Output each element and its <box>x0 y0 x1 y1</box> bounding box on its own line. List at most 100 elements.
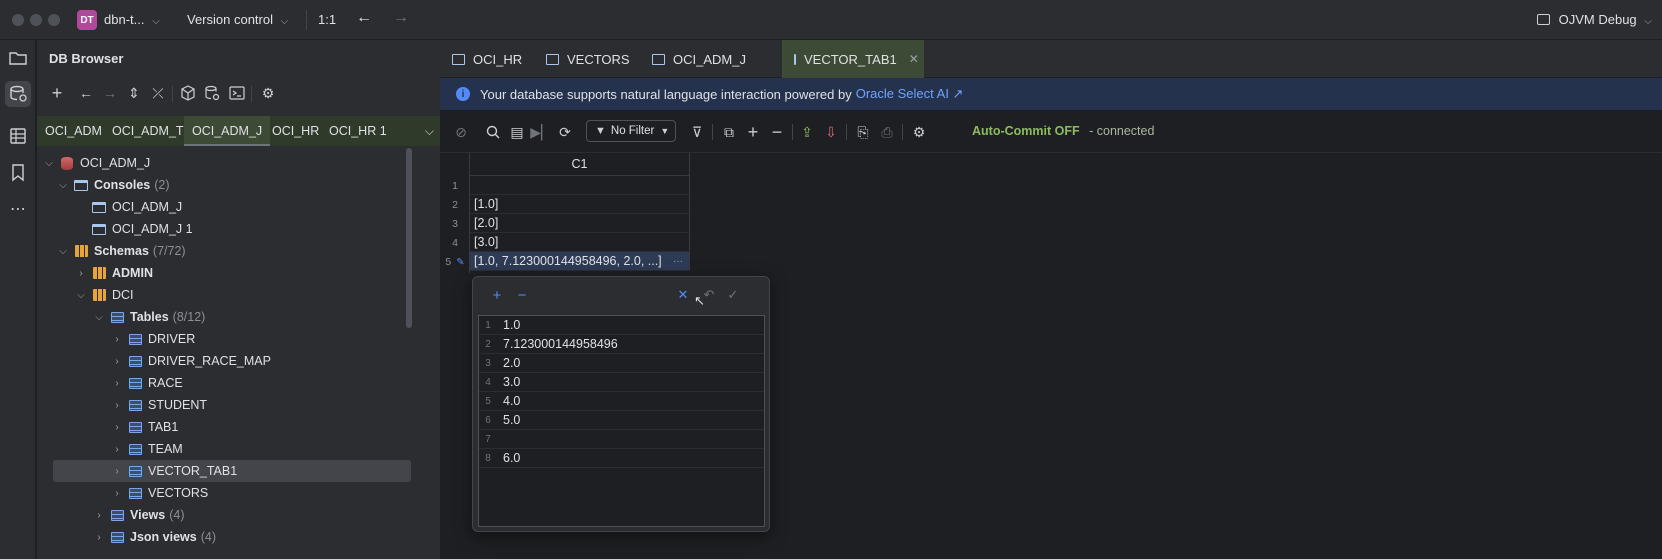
table-cell-editing[interactable]: [1.0, 7.123000144958496, 2.0, ...] ··· <box>470 252 690 271</box>
rollback-icon[interactable]: ⇩ <box>822 123 840 141</box>
chevron-right-icon[interactable]: › <box>93 510 105 521</box>
list-item[interactable]: 8 6.0 <box>479 449 764 468</box>
list-item[interactable]: 3 2.0 <box>479 354 764 373</box>
tree-node-tables[interactable]: ⌵ Tables (8/12) <box>93 306 205 328</box>
zoom-indicator[interactable]: 1:1 <box>318 12 336 27</box>
db-settings-icon[interactable] <box>202 83 222 103</box>
add-icon[interactable]: + <box>47 83 67 103</box>
tree-node-schema-dci[interactable]: ⌵ DCI <box>75 284 133 306</box>
expand-all-icon[interactable]: ⇕ <box>124 83 144 103</box>
table-row-editing[interactable]: 5 ✎ [1.0, 7.123000144958496, 2.0, ...] ·… <box>440 252 690 271</box>
list-item[interactable]: 4 3.0 <box>479 373 764 392</box>
chevron-right-icon[interactable]: › <box>93 532 105 543</box>
delete-row-icon[interactable]: − <box>768 122 786 142</box>
bookmark-icon[interactable] <box>5 160 31 186</box>
oracle-select-ai-link[interactable]: Oracle Select AI ↗ <box>856 86 964 102</box>
chevron-down-icon[interactable]: ⌵ <box>93 312 105 323</box>
table-cell[interactable] <box>470 176 690 195</box>
window-close-button[interactable] <box>12 14 24 26</box>
list-item[interactable]: 7 <box>479 430 764 449</box>
tree-node-json-views[interactable]: › Json views (4) <box>93 526 216 548</box>
back-arrow-icon[interactable]: ← <box>356 9 372 27</box>
back-arrow-icon[interactable]: ← <box>76 83 96 103</box>
tree-node-table-selected[interactable]: › VECTOR_TAB1 <box>53 460 411 482</box>
list-item[interactable]: 6 5.0 <box>479 411 764 430</box>
add-filter-icon[interactable]: ⊽ <box>688 123 706 141</box>
chevron-down-icon[interactable]: ⌵ <box>57 246 69 257</box>
connection-tab-oci-hr-1[interactable]: OCI_HR 1 <box>321 116 395 146</box>
tree-node-schema-admin[interactable]: › ADMIN <box>75 262 153 284</box>
db-browser-icon[interactable] <box>5 81 31 107</box>
chevron-right-icon[interactable]: › <box>111 400 123 411</box>
chevron-down-icon[interactable]: ⌵ <box>425 124 434 139</box>
remove-item-icon[interactable]: − <box>513 286 531 304</box>
editor-tab-vector-tab1[interactable]: VECTOR_TAB1 ✕ <box>782 40 924 78</box>
tree-node-table[interactable]: › TAB1 <box>111 416 178 438</box>
record-view-icon[interactable]: ▤ <box>508 123 526 141</box>
fetch-next-icon[interactable]: ▶▏ <box>530 123 552 141</box>
check-icon[interactable]: ✓ <box>724 286 742 304</box>
folder-icon[interactable] <box>5 45 31 71</box>
column-header-c1[interactable]: C1 <box>470 153 690 176</box>
list-item[interactable]: 2 7.123000144958496 <box>479 335 764 354</box>
item-value[interactable]: 3.0 <box>497 375 520 389</box>
chevron-right-icon[interactable]: › <box>111 444 123 455</box>
tree-node-console[interactable]: OCI_ADM_J 1 <box>87 218 193 240</box>
tree-node-table[interactable]: › DRIVER <box>111 328 195 350</box>
editor-tab-oci-hr[interactable]: OCI_HR <box>440 40 534 78</box>
more-icon[interactable]: ⋯ <box>5 196 31 222</box>
table-row[interactable]: 2 [1.0] <box>440 195 690 214</box>
chevron-down-icon[interactable]: ⌵ <box>57 180 69 191</box>
tree-node-table[interactable]: › TEAM <box>111 438 182 460</box>
filter-dropdown[interactable]: ▼ No Filter ▼ <box>586 120 676 142</box>
chevron-right-icon[interactable]: › <box>111 488 123 499</box>
table-cell[interactable]: [2.0] <box>470 214 690 233</box>
console-icon[interactable] <box>227 83 247 103</box>
connection-tab-oci-adm[interactable]: OCI_ADM <box>37 116 110 146</box>
tree-scrollbar[interactable] <box>406 148 412 328</box>
item-value[interactable]: 5.0 <box>497 413 520 427</box>
project-name[interactable]: dbn-t... ⌵ <box>104 12 160 27</box>
chevron-down-icon[interactable]: ⌵ <box>75 290 87 301</box>
commit-icon[interactable]: ⇪ <box>798 123 816 141</box>
item-value[interactable]: 7.123000144958496 <box>497 337 618 351</box>
connection-tab-oci-adm-t[interactable]: OCI_ADM_T <box>104 116 192 146</box>
chevron-right-icon[interactable]: › <box>75 268 87 279</box>
gear-icon[interactable]: ⚙ <box>258 83 278 103</box>
item-value[interactable]: 2.0 <box>497 356 520 370</box>
editor-tab-vectors[interactable]: VECTORS <box>534 40 642 78</box>
forward-arrow-icon[interactable]: → <box>393 9 409 27</box>
autocommit-label[interactable]: Auto-Commit OFF <box>972 124 1080 138</box>
table-cell[interactable]: [1.0] <box>470 195 690 214</box>
table-row[interactable]: 3 [2.0] <box>440 214 690 233</box>
export-icon[interactable]: ⎘ <box>854 123 872 141</box>
list-item[interactable]: 5 4.0 <box>479 392 764 411</box>
tree-node-views[interactable]: › Views (4) <box>93 504 184 526</box>
tree-node-consoles[interactable]: ⌵ Consoles (2) <box>57 174 169 196</box>
editor-tab-oci-adm-j[interactable]: OCI_ADM_J <box>640 40 758 78</box>
window-minimize-button[interactable] <box>30 14 42 26</box>
chevron-right-icon[interactable]: › <box>111 466 123 477</box>
forward-arrow-icon[interactable]: → <box>100 83 120 103</box>
collapse-all-icon[interactable]: ⤫ <box>148 83 168 103</box>
version-control-menu[interactable]: Version control ⌵ <box>187 12 288 27</box>
list-item[interactable]: 1 1.0 <box>479 316 764 335</box>
project-badge[interactable]: DT <box>77 10 97 30</box>
duplicate-row-icon[interactable]: ⧉ <box>720 123 738 141</box>
connection-tab-oci-hr[interactable]: OCI_HR <box>264 116 327 146</box>
search-icon[interactable] <box>484 123 502 141</box>
table-cell[interactable]: [3.0] <box>470 233 690 252</box>
close-icon[interactable]: ✕ <box>674 286 692 304</box>
tree-node-table[interactable]: › RACE <box>111 372 182 394</box>
item-value[interactable]: 4.0 <box>497 394 520 408</box>
add-item-icon[interactable]: + <box>488 286 506 304</box>
run-config-selector[interactable]: OJVM Debug ⌵ <box>1537 12 1652 27</box>
connection-tab-oci-adm-j[interactable]: OCI_ADM_J <box>184 116 271 146</box>
import-icon[interactable]: ⎙ <box>878 123 896 141</box>
tree-node-table[interactable]: › STUDENT <box>111 394 207 416</box>
chevron-right-icon[interactable]: › <box>111 422 123 433</box>
tree-node-schemas[interactable]: ⌵ Schemas (7/72) <box>57 240 185 262</box>
insert-row-icon[interactable]: + <box>744 122 762 142</box>
more-icon[interactable]: ··· <box>673 252 683 271</box>
tree-node-connection[interactable]: ⌵ OCI_ADM_J <box>43 152 150 174</box>
